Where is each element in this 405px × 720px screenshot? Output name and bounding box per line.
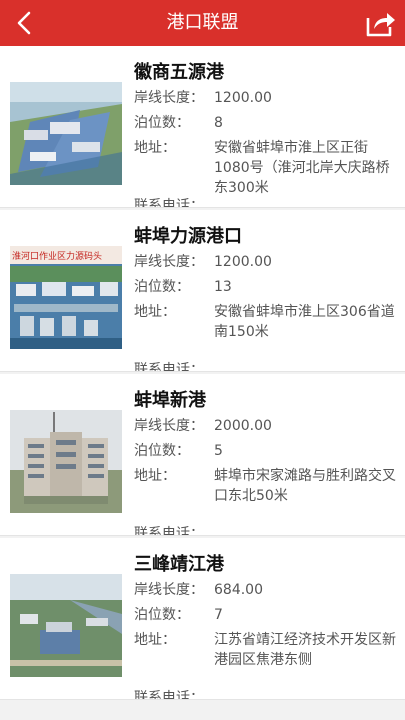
length-label: 岸线长度：: [134, 418, 204, 434]
share-icon: [366, 13, 395, 37]
list-item[interactable]: 徽商五源港 岸线长度： 1200.00 泊位数： 8 地址： 安徽省蚌埠市淮上区…: [0, 46, 405, 208]
berths-label: 泊位数：: [134, 115, 190, 131]
photo-caption: 淮河口作业区力源码头: [12, 250, 102, 262]
address-value: 安徽省蚌埠市淮上区正街1080号（淮河北岸大庆路桥东300米: [214, 140, 390, 196]
list-item[interactable]: 蚌埠新港 岸线长度： 2000.00 泊位数： 5 地址： 蚌埠市宋家滩路与胜利…: [0, 374, 405, 536]
phone-label: 联系电话：: [134, 690, 204, 700]
length-label: 岸线长度：: [134, 582, 204, 598]
berths-value: 7: [214, 607, 223, 623]
length-value: 2000.00: [214, 418, 272, 434]
address-value: 江苏省靖江经济技术开发区新港园区焦港东侧: [214, 632, 396, 668]
top-bar: 港口联盟: [0, 0, 405, 46]
berths-label: 泊位数：: [134, 443, 190, 459]
berths-label: 泊位数：: [134, 607, 190, 623]
address-label: 地址：: [134, 632, 176, 648]
port-photo: [10, 574, 122, 677]
phone-label: 联系电话：: [134, 362, 204, 372]
length-label: 岸线长度：: [134, 90, 204, 106]
phone-label: 联系电话：: [134, 198, 204, 208]
berths-value: 5: [214, 443, 223, 459]
berths-value: 13: [214, 279, 232, 295]
address-value: 蚌埠市宋家滩路与胜利路交叉口东北50米: [214, 468, 396, 504]
address-label: 地址：: [134, 140, 176, 156]
address-label: 地址：: [134, 304, 176, 320]
page-title: 港口联盟: [166, 12, 239, 33]
port-name: 蚌埠新港: [134, 390, 206, 411]
port-name: 三峰靖江港: [134, 554, 224, 575]
address-label: 地址：: [134, 468, 176, 484]
port-name: 蚌埠力源港口: [134, 226, 242, 247]
port-photo: [10, 410, 122, 513]
port-photo: [10, 82, 122, 185]
length-label: 岸线长度：: [134, 254, 204, 270]
length-value: 1200.00: [214, 90, 272, 106]
length-value: 1200.00: [214, 254, 272, 270]
phone-label: 联系电话：: [134, 526, 204, 536]
port-photo: 淮河口作业区力源码头: [10, 246, 122, 349]
port-name: 徽商五源港: [134, 62, 224, 83]
berths-label: 泊位数：: [134, 279, 190, 295]
share-button[interactable]: [365, 8, 397, 38]
berths-value: 8: [214, 115, 223, 131]
port-list: 徽商五源港 岸线长度： 1200.00 泊位数： 8 地址： 安徽省蚌埠市淮上区…: [0, 46, 405, 702]
list-item[interactable]: 三峰靖江港 岸线长度： 684.00 泊位数： 7 地址： 江苏省靖江经济技术开…: [0, 538, 405, 700]
length-value: 684.00: [214, 582, 263, 598]
list-item[interactable]: 淮河口作业区力源码头 蚌埠力源港口 岸线长度： 1200.00 泊位数： 13: [0, 210, 405, 372]
address-value: 安徽省蚌埠市淮上区306省道南150米: [214, 304, 395, 340]
